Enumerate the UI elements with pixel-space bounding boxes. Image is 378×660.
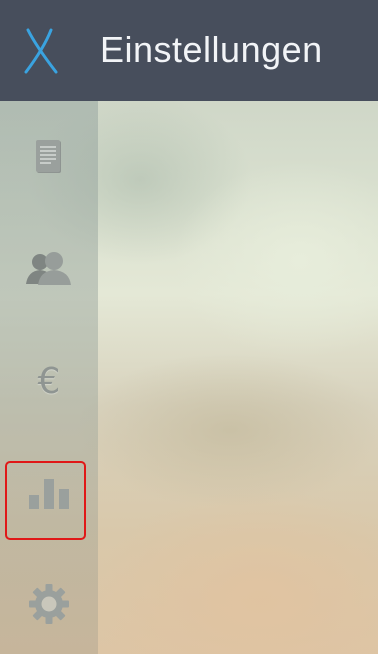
euro-icon: € (37, 360, 61, 402)
sidebar-item-contacts[interactable] (0, 213, 98, 325)
gear-icon (29, 584, 69, 624)
page-title: Einstellungen (100, 29, 323, 70)
app-header: Einstellungen (0, 0, 378, 101)
selection-highlight (5, 461, 86, 540)
sidebar-nav: € (0, 101, 98, 654)
app-logo[interactable] (18, 26, 64, 76)
sidebar-item-documents[interactable] (0, 101, 98, 213)
document-icon (36, 140, 61, 173)
sidebar-item-finances[interactable]: € (0, 325, 98, 437)
x-logo-icon (24, 28, 58, 74)
user-icon (26, 252, 71, 285)
sidebar-item-settings[interactable] (0, 548, 98, 660)
